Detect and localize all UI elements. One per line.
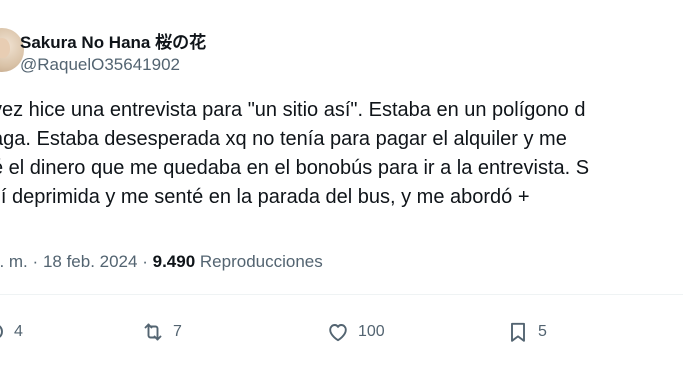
user-handle[interactable]: @RaquelO35641902: [20, 55, 180, 75]
display-name[interactable]: Sakura No Hana 桜の花: [20, 28, 206, 53]
tweet-text-line: vez hice una entrevista para "un sitio a…: [0, 99, 586, 121]
bookmark-button[interactable]: 5: [506, 318, 547, 346]
tweet-text-line: aga. Estaba desesperada xq no tenía para…: [0, 128, 567, 150]
tweet-meta: p. m. · 18 feb. 2024 · 9.490 Reproduccio…: [0, 252, 323, 272]
post-time[interactable]: p. m.: [0, 252, 28, 271]
reply-count: 4: [14, 323, 23, 340]
retweet-button[interactable]: 7: [141, 318, 182, 346]
retweet-icon: [144, 323, 162, 341]
reply-button[interactable]: 4: [0, 318, 23, 346]
tweet-text-line: é el dinero que me quedaba en el bonobús…: [0, 157, 590, 179]
views-count: 9.490: [152, 252, 196, 271]
views-label: Reproducciones: [199, 252, 323, 271]
meta-separator: ·: [142, 252, 148, 271]
meta-separator: ·: [32, 252, 39, 271]
heart-icon: [329, 324, 347, 342]
divider: [0, 294, 683, 295]
post-date[interactable]: 18 feb. 2024: [43, 252, 138, 271]
bookmark-count: 5: [538, 323, 547, 340]
like-count: 100: [358, 323, 385, 340]
tweet-text: vez hice una entrevista para "un sitio a…: [0, 96, 589, 212]
retweet-count: 7: [173, 323, 182, 340]
like-button[interactable]: 100: [326, 318, 385, 346]
bookmark-icon: [511, 322, 525, 342]
reply-icon: [0, 325, 3, 338]
tweet-text-line: llí deprimida y me senté en la parada de…: [0, 186, 530, 208]
